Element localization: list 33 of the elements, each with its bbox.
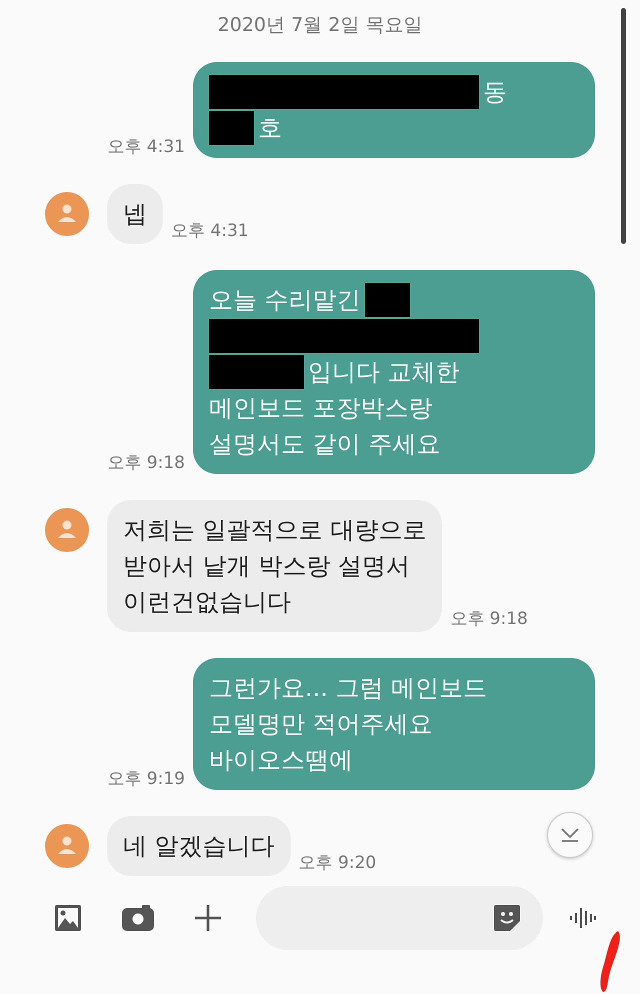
- message-time: 오후 4:31: [107, 136, 185, 158]
- camera-icon[interactable]: [122, 905, 154, 931]
- message-text: 받아서 낱개 박스랑 설명서: [123, 551, 410, 582]
- scroll-down-icon: [559, 826, 581, 844]
- scroll-down-button[interactable]: [547, 812, 593, 858]
- message-text: 이런건없습니다: [123, 587, 291, 618]
- date-header: 2020년 7월 2일 목요일: [216, 13, 424, 38]
- message-time: 오후 9:18: [450, 608, 528, 630]
- message-text: 저희는 일괄적으로 대량으로: [123, 515, 426, 546]
- redaction-mark: [209, 111, 254, 145]
- add-icon[interactable]: [194, 904, 222, 932]
- redaction-mark: [364, 283, 410, 317]
- message-time: 오후 9:20: [298, 852, 376, 874]
- message-text: 메인보드 포장박스랑: [209, 393, 433, 424]
- message-text: 동: [483, 77, 507, 108]
- image-icon[interactable]: [54, 904, 82, 932]
- message-text: 입니다 교체한: [308, 357, 460, 388]
- message-time: 오후 9:18: [107, 452, 185, 474]
- avatar-icon: [45, 192, 89, 236]
- avatar-icon: [45, 508, 89, 552]
- message-time: 오후 9:19: [107, 768, 185, 790]
- message-text: 모델명만 적어주세요: [209, 709, 433, 740]
- message-text: 네 알겠습니다: [123, 831, 275, 862]
- message-time: 오후 4:31: [171, 220, 249, 242]
- message-text: 설명서도 같이 주세요: [209, 429, 440, 460]
- message-text: 오늘 수리맡긴: [209, 285, 361, 316]
- message-text: 그런가요... 그럼 메인보드: [209, 673, 488, 704]
- message-text: 바이오스땜에: [209, 745, 353, 776]
- voice-icon[interactable]: [569, 906, 597, 930]
- avatar-icon: [45, 824, 89, 868]
- message-text: 호: [258, 113, 282, 144]
- sticker-icon[interactable]: [493, 904, 521, 932]
- message-text: 넵: [123, 199, 147, 230]
